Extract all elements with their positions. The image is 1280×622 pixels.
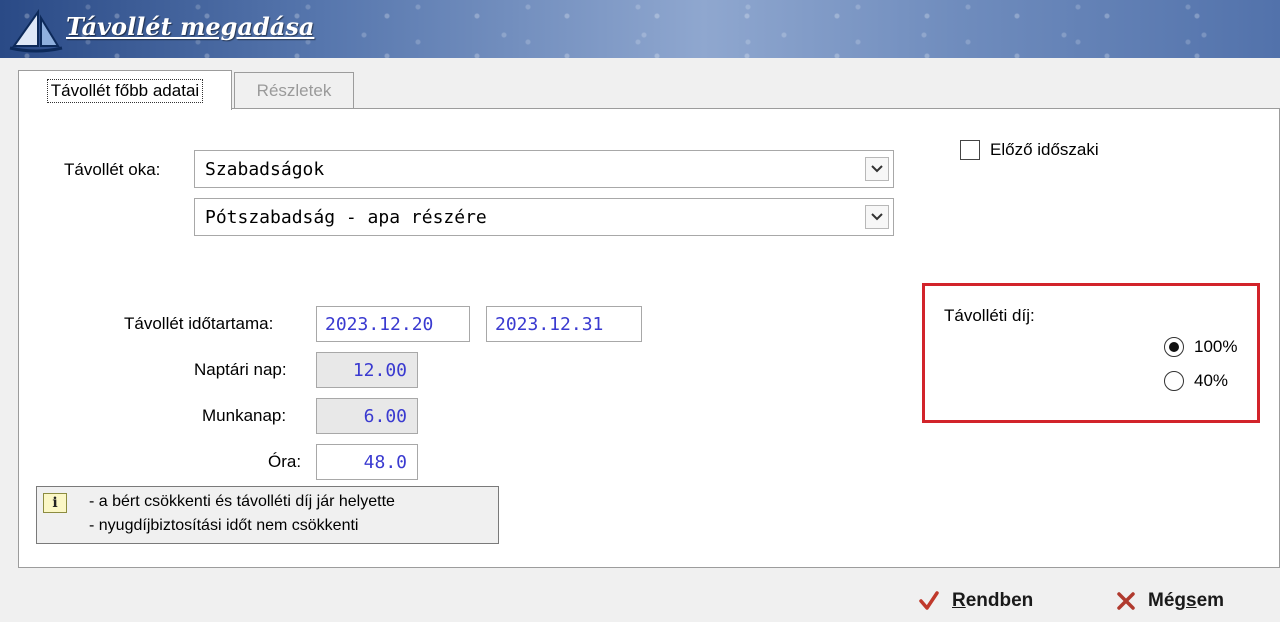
date-to-field[interactable]: 2023.12.31 — [486, 306, 642, 342]
tab-main-data-label: Távollét főbb adatai — [46, 78, 204, 103]
reason-select-value: Szabadságok — [205, 158, 325, 180]
reason-select[interactable]: Szabadságok — [194, 150, 894, 188]
chevron-down-icon[interactable] — [865, 157, 889, 181]
subreason-select[interactable]: Pótszabadság - apa részére — [194, 198, 894, 236]
info-icon: i — [43, 493, 67, 513]
info-box: i - a bért csökkenti és távolléti díj já… — [36, 486, 499, 544]
fee-40-radio[interactable] — [1164, 371, 1184, 391]
sailboat-logo-icon — [9, 8, 63, 53]
workdays-field: 6.00 — [316, 398, 418, 434]
ok-button-label: Rendben — [952, 590, 1034, 611]
calendar-days-field: 12.00 — [316, 352, 418, 388]
fee-100-radio[interactable] — [1164, 337, 1184, 357]
fee-40-label: 40% — [1194, 371, 1229, 390]
absence-fee-label: Távolléti díj: — [944, 306, 1035, 325]
calendar-days-label: Naptári nap: — [194, 360, 287, 379]
tab-main-data[interactable]: Távollét főbb adatai — [18, 70, 232, 110]
tab-details-label: Részletek — [256, 80, 332, 100]
chevron-down-icon[interactable] — [865, 205, 889, 229]
fee-100-label: 100% — [1194, 337, 1238, 356]
subreason-select-value: Pótszabadság - apa részére — [205, 206, 487, 228]
workdays-label: Munkanap: — [202, 406, 287, 425]
previous-period-label: Előző időszaki — [990, 140, 1099, 159]
date-from-field[interactable]: 2023.12.20 — [316, 306, 470, 342]
info-line-1: - a bért csökkenti és távolléti díj jár … — [89, 493, 395, 510]
hours-field[interactable]: 48.0 — [316, 444, 418, 480]
hours-label: Óra: — [268, 452, 302, 471]
previous-period-checkbox[interactable] — [960, 140, 980, 160]
cancel-button[interactable]: Mégsem — [1116, 586, 1224, 616]
info-line-2: - nyugdíjbiztosítási időt nem csökkenti — [89, 517, 359, 534]
close-icon — [1116, 591, 1136, 611]
cancel-button-label: Mégsem — [1148, 590, 1225, 611]
duration-label: Távollét időtartama: — [124, 314, 274, 333]
window-title: Távollét megadása — [66, 12, 315, 41]
checkmark-icon — [918, 590, 940, 612]
reason-label: Távollét oka: — [64, 160, 161, 179]
title-bar: Távollét megadása — [0, 0, 1280, 58]
tab-details[interactable]: Részletek — [234, 72, 354, 108]
ok-button[interactable]: Rendben — [918, 586, 1033, 616]
